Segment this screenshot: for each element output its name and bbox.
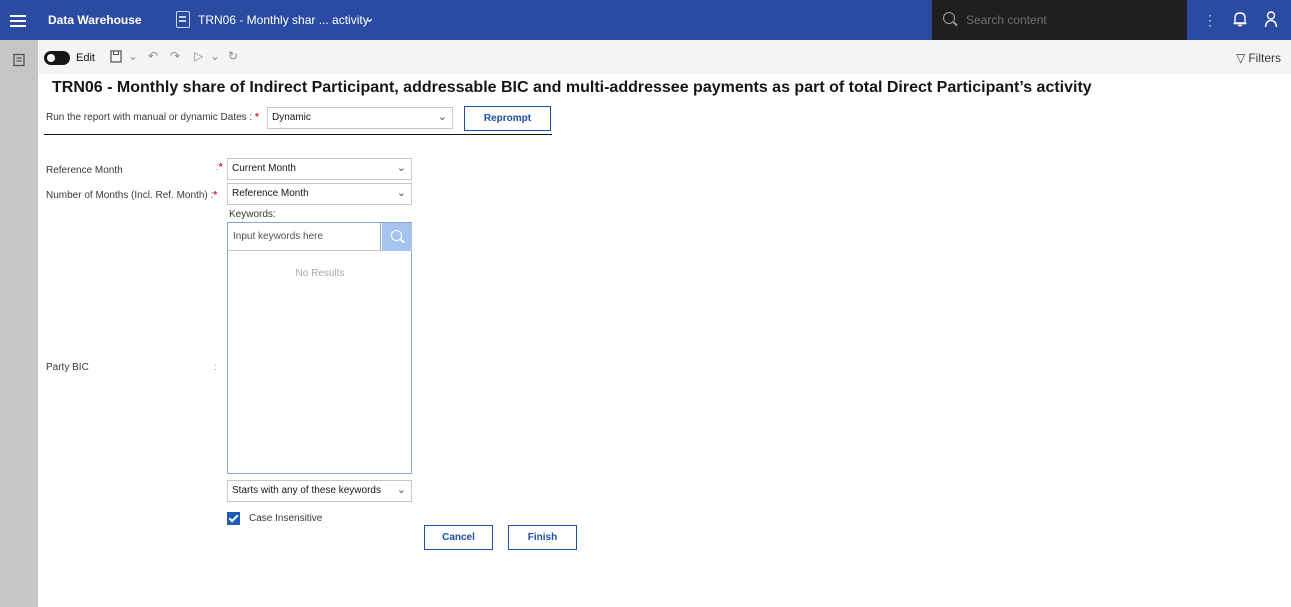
reprompt-button[interactable]: Reprompt [464,106,551,131]
months-select[interactable]: Reference Month ⌄ [227,183,412,205]
required-marker: * [213,190,218,201]
edit-label: Edit [76,52,95,64]
months-label-text: Number of Months (Incl. Ref. Month) : [46,190,214,201]
app-title[interactable]: Data Warehouse [48,13,142,27]
search-box[interactable]: Search content [932,0,1187,40]
chevron-down-icon: ⌄ [396,162,406,174]
case-insensitive-label: Case Insensitive [249,513,323,524]
keywords-input[interactable]: Input keywords here [228,223,381,251]
filters-button[interactable]: ▽ Filters [1236,51,1281,65]
top-bar: Data Warehouse TRN06 - Monthly shar ... … [0,0,1291,40]
run-chevron-icon[interactable]: ⌄ [210,49,220,63]
search-icon [943,12,955,24]
required-marker: * [255,112,259,123]
redo-icon[interactable]: ↷ [170,49,180,63]
filter-icon: ▽ [1236,51,1246,65]
document-tab[interactable]: TRN06 - Monthly shar ... activity [198,13,369,27]
search-input[interactable]: Search content [966,13,1047,27]
keywords-label: Keywords: [229,209,276,220]
reference-month-value: Current Month [232,163,296,174]
report-icon[interactable] [12,53,26,67]
notification-icon[interactable] [1232,10,1248,28]
match-mode-select[interactable]: Starts with any of these keywords ⌄ [227,480,412,502]
reference-month-select[interactable]: Current Month ⌄ [227,158,412,180]
more-options-icon[interactable]: ⋮ [1203,12,1217,29]
no-results-text: No Results [295,268,345,279]
dates-label: Run the report with manual or dynamic Da… [46,112,259,123]
search-icon [391,230,402,241]
dates-select-value: Dynamic [272,112,311,123]
user-icon[interactable] [1263,10,1279,28]
toolbar: Edit ⌄ ↶ ↷ ▷ ⌄ ↻ ▽ Filters [38,40,1291,74]
save-icon[interactable] [110,50,122,63]
chevron-down-icon[interactable]: ⌄ [364,10,375,26]
hamburger-icon[interactable] [10,12,26,28]
filters-label: Filters [1248,51,1281,65]
party-bic-colon: : [214,362,217,373]
cancel-button[interactable]: Cancel [424,525,493,550]
party-bic-label: Party BIC [46,362,89,373]
divider [44,134,552,135]
left-rail [0,40,38,607]
months-label: Number of Months (Incl. Ref. Month) :* [46,190,217,201]
save-chevron-icon[interactable]: ⌄ [128,49,138,63]
keywords-panel: Input keywords here No Results [227,222,412,474]
finish-button[interactable]: Finish [508,525,577,550]
edit-toggle[interactable] [44,51,70,65]
months-select-value: Reference Month [232,188,309,199]
chevron-down-icon: ⌄ [396,187,406,199]
reference-month-required: :* [216,162,223,173]
reference-month-label: Reference Month [46,165,123,176]
dates-select[interactable]: Dynamic ⌄ [267,107,453,129]
case-insensitive-checkbox[interactable] [227,512,240,525]
keywords-search-button[interactable] [382,223,412,251]
refresh-icon[interactable]: ↻ [228,49,238,63]
document-icon [176,11,190,28]
page-title: TRN06 - Monthly share of Indirect Partic… [52,79,1092,96]
match-mode-value: Starts with any of these keywords [232,485,381,496]
chevron-down-icon: ⌄ [396,484,406,496]
undo-icon[interactable]: ↶ [148,49,158,63]
dates-label-text: Run the report with manual or dynamic Da… [46,112,253,123]
chevron-down-icon: ⌄ [437,111,447,123]
run-icon[interactable]: ▷ [194,49,203,63]
